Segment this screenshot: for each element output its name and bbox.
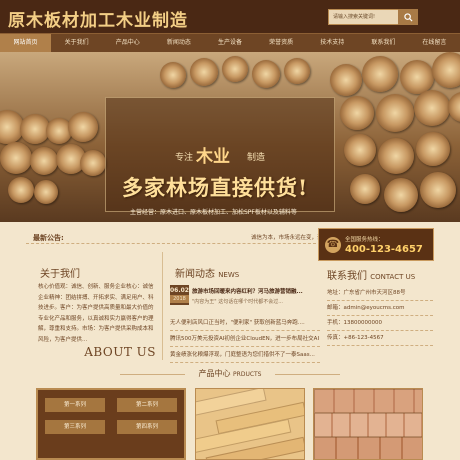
banner-tag-accent: 木业: [196, 147, 230, 167]
phone-icon: ☎: [325, 237, 341, 253]
log-image: [160, 62, 186, 88]
log-image: [330, 64, 362, 96]
contact-fax: 传真：+86-123-4567: [327, 331, 433, 346]
featured-news-desc: "内容为王" 这句话在哪个时代都不会过...: [192, 299, 283, 305]
plank-image: [314, 389, 422, 413]
news-title[interactable]: 新闻动态 NEWS: [175, 265, 239, 280]
contact-title-cn: 联系我们: [327, 271, 367, 282]
log-image: [80, 150, 106, 176]
plank-image: [314, 413, 422, 437]
log-image: [284, 58, 310, 84]
product-image[interactable]: [313, 388, 423, 460]
nav-item-about[interactable]: 关于我们: [51, 34, 102, 52]
log-image: [30, 147, 58, 175]
nav-item-message[interactable]: 在线留言: [409, 34, 460, 52]
log-image: [340, 96, 374, 130]
search-input[interactable]: [329, 10, 399, 24]
contact-address: 地址：广东省广州市天河区88号: [327, 286, 433, 301]
contact-section: 联系我们 CONTACT US 地址：广东省广州市天河区88号 邮箱：admin…: [318, 262, 434, 362]
category-button[interactable]: 第一系列: [45, 398, 105, 412]
hotline-label: 全国服务热线：: [345, 237, 384, 243]
category-button[interactable]: 第二系列: [117, 398, 177, 412]
category-button[interactable]: 第四系列: [117, 420, 177, 434]
nav-item-support[interactable]: 技术支持: [307, 34, 358, 52]
log-image: [350, 174, 380, 204]
news-item[interactable]: 无人便利店风口正当时，"便利家" 获取创新蓝马奔跑....: [170, 315, 320, 331]
banner-tag-before: 专注: [175, 153, 194, 163]
log-image: [252, 60, 280, 88]
log-image: [0, 142, 32, 174]
nav-item-news[interactable]: 新闻动态: [153, 34, 204, 52]
product-category-panel: 第一系列 第二系列 第三系列 第四系列: [36, 388, 186, 460]
search-box: [328, 9, 418, 25]
nav-item-contact[interactable]: 联系我们: [358, 34, 409, 52]
announcement-label: 最新公告:: [33, 234, 64, 242]
log-image: [400, 60, 434, 94]
log-image: [8, 177, 34, 203]
about-text: 核心价值观：诚信、创新、服务企业核心：诚信 企业精神：团结拼搏、开拓求实、满足用…: [38, 284, 154, 343]
news-item[interactable]: 腾讯500万美元投资AI初创企业CloudEN，进一步布局社交AI: [170, 331, 320, 347]
log-image: [34, 180, 58, 204]
site-logo[interactable]: 原木板材加工木业制造: [8, 6, 188, 31]
news-list: 无人便利店风口正当时，"便利家" 获取创新蓝马奔跑.... 腾讯500万美元投资…: [170, 315, 320, 363]
divider: [275, 374, 340, 375]
featured-news-title[interactable]: 旅游市场回暖来内容红利？河马旅游营销融...: [192, 287, 320, 295]
log-image: [362, 56, 398, 92]
category-button[interactable]: 第三系列: [45, 420, 105, 434]
contact-title[interactable]: 联系我们 CONTACT US: [327, 267, 415, 282]
news-section: 新闻动态 NEWS 06.02 2018 旅游市场回暖来内容红利？河马旅游营销融…: [170, 260, 320, 363]
log-image: [376, 94, 414, 132]
nav-item-honors[interactable]: 荣誉资质: [256, 34, 307, 52]
hotline-box: ☎ 全国服务热线： 400-123-4657: [318, 228, 434, 261]
news-title-cn: 新闻动态: [175, 269, 215, 280]
about-section: 关于我们 核心价值观：诚信、创新、服务企业核心：诚信 企业精神：团结拼搏、开拓求…: [26, 252, 163, 360]
news-date-day: 06.02: [170, 287, 189, 294]
products-title[interactable]: 产品中心 PRDUCTS: [0, 368, 460, 379]
news-date-badge: 06.02 2018: [170, 285, 189, 305]
about-title[interactable]: 关于我们: [40, 265, 80, 280]
products-title-en: PRDUCTS: [233, 371, 262, 378]
search-button[interactable]: [398, 9, 418, 25]
nav-item-equipment[interactable]: 生产设备: [204, 34, 255, 52]
banner-subline: 主营经营：原木进口、原木板材加工、加松SPF板材以及辅料等: [130, 209, 297, 216]
banner-headline: 多家林场直接供货!: [122, 175, 309, 200]
log-image: [378, 138, 414, 174]
main-nav: 网站首页 关于我们 产品中心 新闻动态 生产设备 荣誉资质 技术支持 联系我们 …: [0, 33, 460, 52]
banner-tag-after: 制造: [247, 153, 266, 163]
news-date-year: 2018: [170, 295, 189, 303]
announcement-bar: 最新公告: 诚信为本，市场永远在变，诚信永远: [26, 230, 339, 244]
log-image: [420, 172, 456, 208]
log-image: [414, 90, 450, 126]
log-image: [344, 134, 376, 166]
nav-item-products[interactable]: 产品中心: [102, 34, 153, 52]
contact-list: 地址：广东省广州市天河区88号 邮箱：admin@eyoucms.com 手机：…: [327, 286, 433, 346]
plank-image: [314, 437, 422, 459]
log-image: [222, 56, 248, 82]
contact-phone: 手机：13800000000: [327, 316, 433, 331]
products-title-cn: 产品中心: [198, 369, 231, 378]
log-image: [190, 58, 218, 86]
news-item[interactable]: 黄金绩涨化粮爆浮现，门庭整语为您们措供不了一泰Saas...: [170, 347, 320, 363]
news-title-en: NEWS: [218, 271, 240, 279]
hotline-number[interactable]: 400-123-4657: [345, 244, 423, 255]
product-image[interactable]: [195, 388, 305, 460]
log-image: [384, 178, 418, 212]
nav-item-home[interactable]: 网站首页: [0, 34, 52, 52]
contact-email[interactable]: 邮箱：admin@eyoucms.com: [327, 301, 433, 316]
contact-title-en: CONTACT US: [370, 273, 416, 281]
log-image: [416, 132, 450, 166]
hero-banner[interactable]: 专注 木业 制造 多家林场直接供货! 主营经营：原木进口、原木板材加工、加松SP…: [0, 52, 460, 222]
log-image: [448, 92, 460, 122]
log-image: [68, 112, 98, 142]
search-icon: [403, 12, 413, 22]
log-image: [432, 52, 460, 88]
site-header: 原木板材加工木业制造: [0, 0, 460, 33]
about-title-en[interactable]: ABOUT US: [84, 345, 156, 359]
